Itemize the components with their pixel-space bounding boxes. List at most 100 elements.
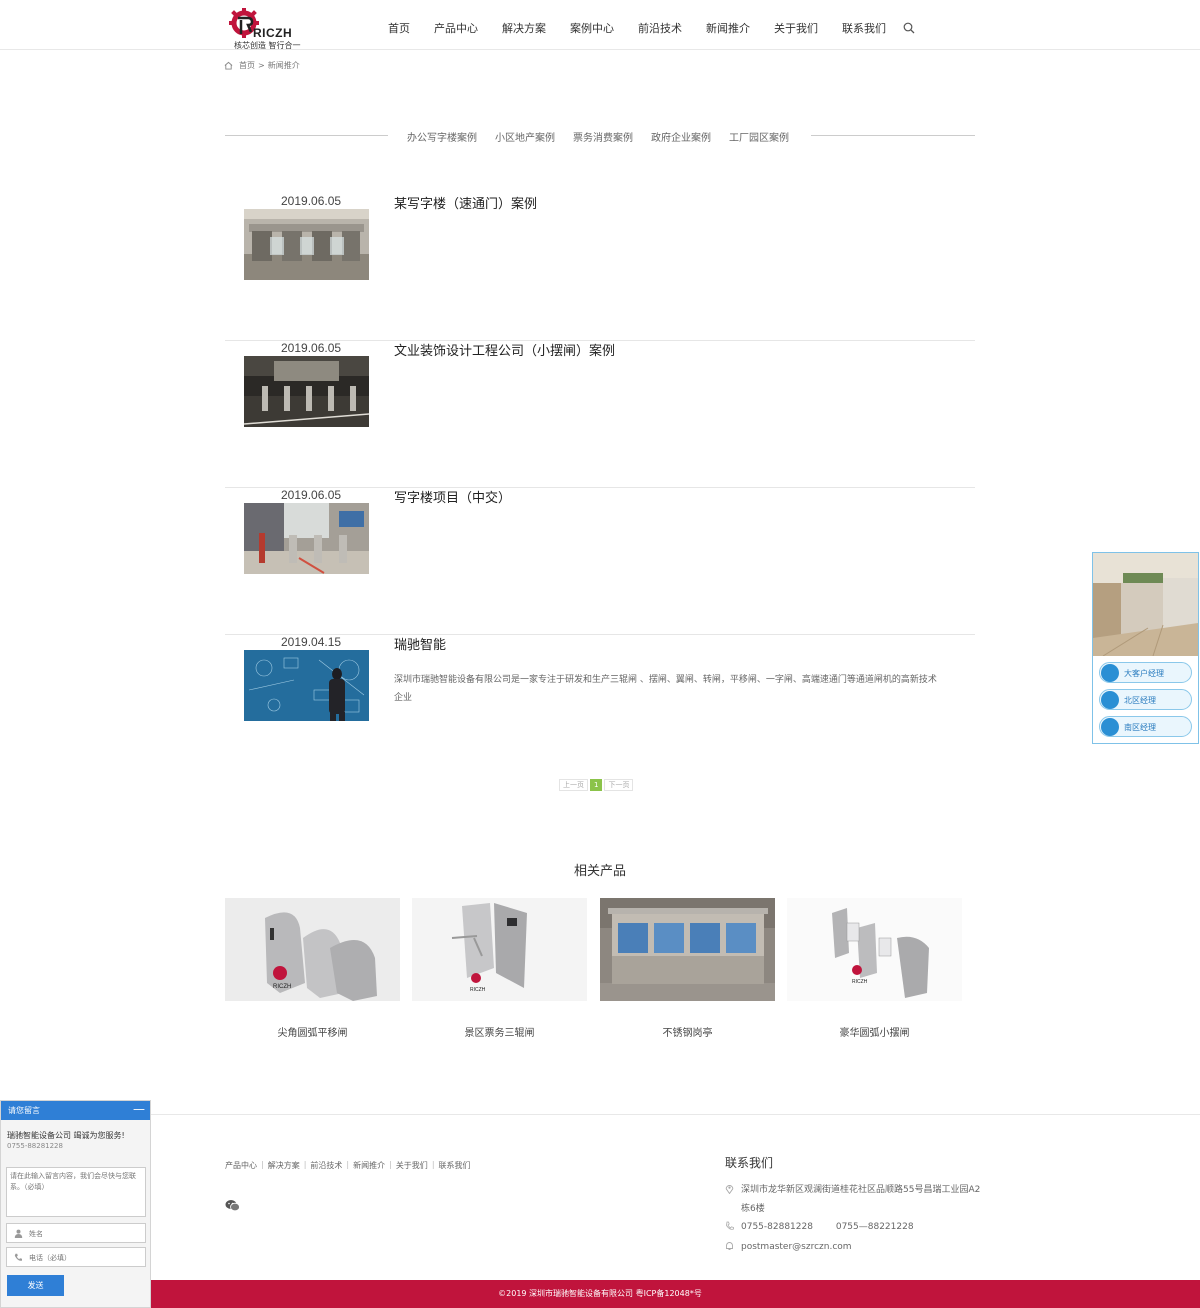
- footer-links: 产品中心 | 解决方案 | 前沿技术 | 新闻推介 | 关于我们 | 联系我们: [225, 1160, 471, 1171]
- footer-link-technology[interactable]: 前沿技术: [310, 1160, 342, 1171]
- product-image: RICZH: [225, 898, 400, 1001]
- category-ticketing[interactable]: 票务消费案例: [564, 129, 642, 144]
- product-card[interactable]: RICZH 豪华圆弧小摆闸: [787, 898, 962, 1048]
- agent-icon: [1101, 691, 1119, 709]
- contact-address-line1: 深圳市龙华新区观澜街道桂花社区品顺路55号昌瑞工业园A2: [741, 1185, 981, 1195]
- product-card[interactable]: 不锈钢岗亭: [600, 898, 775, 1048]
- footer-separator: |: [389, 1160, 392, 1169]
- pagination-prev[interactable]: 上一页: [559, 779, 588, 791]
- minimize-button[interactable]: —: [133, 1101, 145, 1118]
- nav-item-home[interactable]: 首页: [376, 0, 422, 50]
- breadcrumb-separator: >: [258, 61, 265, 70]
- case-title[interactable]: 瑞驰智能: [394, 634, 446, 653]
- svg-text:RICZH: RICZH: [852, 979, 868, 985]
- logo-slogan: 核芯创造 智行合一: [234, 41, 301, 50]
- office-gate-photo: [244, 503, 369, 574]
- category-divider-left: [225, 135, 388, 136]
- product-card[interactable]: RICZH 景区票务三辊闸: [412, 898, 587, 1048]
- nav-item-products[interactable]: 产品中心: [422, 0, 490, 50]
- case-date: 2019.06.05: [281, 488, 342, 502]
- logo[interactable]: RICZH 核芯创造 智行合一: [229, 8, 309, 50]
- phone-icon: [726, 1221, 734, 1230]
- service-key-account-button[interactable]: 大客户经理: [1099, 662, 1192, 683]
- service-button-label: 南区经理: [1124, 723, 1156, 732]
- category-factory[interactable]: 工厂园区案例: [720, 129, 798, 144]
- service-north-button[interactable]: 北区经理: [1099, 689, 1192, 710]
- pagination-next[interactable]: 下一页: [604, 779, 634, 791]
- case-thumbnail[interactable]: [244, 503, 369, 574]
- case-date: 2019.06.05: [281, 194, 342, 208]
- main-nav: 首页 产品中心 解决方案 案例中心 前沿技术 新闻推介 关于我们 联系我们: [376, 0, 898, 50]
- footer-separator: |: [303, 1160, 307, 1169]
- product-image: [600, 898, 775, 1001]
- nav-item-cases[interactable]: 案例中心: [558, 0, 626, 50]
- footer-link-contact[interactable]: 联系我们: [439, 1160, 471, 1171]
- case-title[interactable]: 文业装饰设计工程公司（小摆闸）案例: [394, 340, 615, 359]
- nav-item-about[interactable]: 关于我们: [762, 0, 830, 50]
- user-icon: [14, 1229, 23, 1238]
- product-name: 不锈钢岗亭: [662, 1028, 713, 1039]
- message-textarea[interactable]: [6, 1167, 146, 1217]
- product-name: 景区票务三辊闸: [464, 1028, 535, 1039]
- copyright-text: ©2019 深圳市瑞驰智能设备有限公司 粤ICP备12048*号: [498, 1289, 702, 1298]
- related-products-title: 相关产品: [573, 864, 626, 879]
- footer-link-solutions[interactable]: 解决方案: [268, 1160, 300, 1171]
- case-title[interactable]: 写字楼项目（中交）: [394, 487, 511, 506]
- footer-link-news[interactable]: 新闻推介: [353, 1160, 385, 1171]
- bell-icon: [726, 1242, 733, 1250]
- customer-service-panel: 大客户经理 北区经理 南区经理: [1092, 552, 1199, 744]
- send-button[interactable]: 发送: [7, 1275, 64, 1296]
- sliding-gate-render: RICZH: [225, 898, 400, 1001]
- agent-icon: [1101, 664, 1119, 682]
- tech-concept-photo: [244, 650, 369, 721]
- message-phone: 0755-88281228: [7, 1142, 63, 1150]
- category-government[interactable]: 政府企业案例: [642, 129, 720, 144]
- case-thumbnail[interactable]: [244, 356, 369, 427]
- case-item: 2019.06.05 写字楼项目（中交）: [225, 488, 975, 635]
- contact-phone: 0755-82881228 0755—88221228: [725, 1218, 985, 1236]
- phone-field[interactable]: [6, 1247, 146, 1267]
- case-thumbnail[interactable]: [244, 209, 369, 280]
- name-input[interactable]: [29, 1227, 141, 1240]
- contact-email-text[interactable]: postmaster@szrczn.com: [741, 1238, 852, 1256]
- footer-link-products[interactable]: 产品中心: [225, 1160, 257, 1171]
- copyright-bar: ©2019 深圳市瑞驰智能设备有限公司 粤ICP备12048*号: [0, 1280, 1200, 1308]
- leave-message-panel: 请您留言 — 瑞驰智能设备公司 竭诚为您服务! 0755-88281228 发送: [0, 1100, 151, 1308]
- phone-input[interactable]: [29, 1251, 141, 1264]
- case-thumbnail[interactable]: [244, 650, 369, 721]
- case-item: 2019.06.05 文业装饰设计工程公司（小摆闸）案例: [225, 341, 975, 488]
- message-company: 瑞驰智能设备公司 竭诚为您服务!: [7, 1131, 125, 1140]
- category-office[interactable]: 办公写字楼案例: [398, 129, 486, 144]
- contact-address: 深圳市龙华新区观澜街道桂花社区品顺路55号昌瑞工业园A2 栋6楼: [725, 1181, 985, 1217]
- wechat-icon[interactable]: [225, 1199, 240, 1212]
- lobby-photo: [1093, 553, 1198, 656]
- breadcrumb-current: 新闻推介: [267, 61, 300, 70]
- footer-link-about[interactable]: 关于我们: [396, 1160, 428, 1171]
- service-south-button[interactable]: 南区经理: [1099, 716, 1192, 737]
- case-item: 2019.06.05 某写字楼（速通门）案例: [225, 194, 975, 341]
- category-divider-right: [811, 135, 975, 136]
- product-card[interactable]: RICZH 尖角圆弧平移闸: [225, 898, 400, 1048]
- pagination: 上一页 1 下一页: [559, 779, 634, 791]
- nav-item-news[interactable]: 新闻推介: [694, 0, 762, 50]
- name-field[interactable]: [6, 1223, 146, 1243]
- footer-separator: |: [261, 1160, 264, 1169]
- nav-item-technology[interactable]: 前沿技术: [626, 0, 694, 50]
- nav-item-contact[interactable]: 联系我们: [830, 0, 898, 50]
- search-icon[interactable]: [903, 22, 915, 34]
- phone-icon: [14, 1253, 22, 1261]
- svg-text:RICZH: RICZH: [273, 984, 291, 990]
- nav-item-solutions[interactable]: 解决方案: [490, 0, 558, 50]
- svg-text:RICZH: RICZH: [470, 987, 486, 993]
- service-banner-image: [1093, 553, 1198, 656]
- swing-gate-render: RICZH: [787, 898, 962, 1001]
- service-button-label: 大客户经理: [1124, 669, 1164, 678]
- category-residential[interactable]: 小区地产案例: [486, 129, 564, 144]
- guard-booth-photo: [600, 898, 775, 1001]
- location-pin-icon: [725, 1185, 734, 1194]
- case-title[interactable]: 某写字楼（速通门）案例: [394, 193, 537, 212]
- breadcrumb-home[interactable]: 首页: [239, 60, 255, 71]
- product-image: RICZH: [787, 898, 962, 1001]
- message-panel-header[interactable]: 请您留言 —: [1, 1101, 150, 1120]
- pagination-page-1[interactable]: 1: [590, 779, 603, 791]
